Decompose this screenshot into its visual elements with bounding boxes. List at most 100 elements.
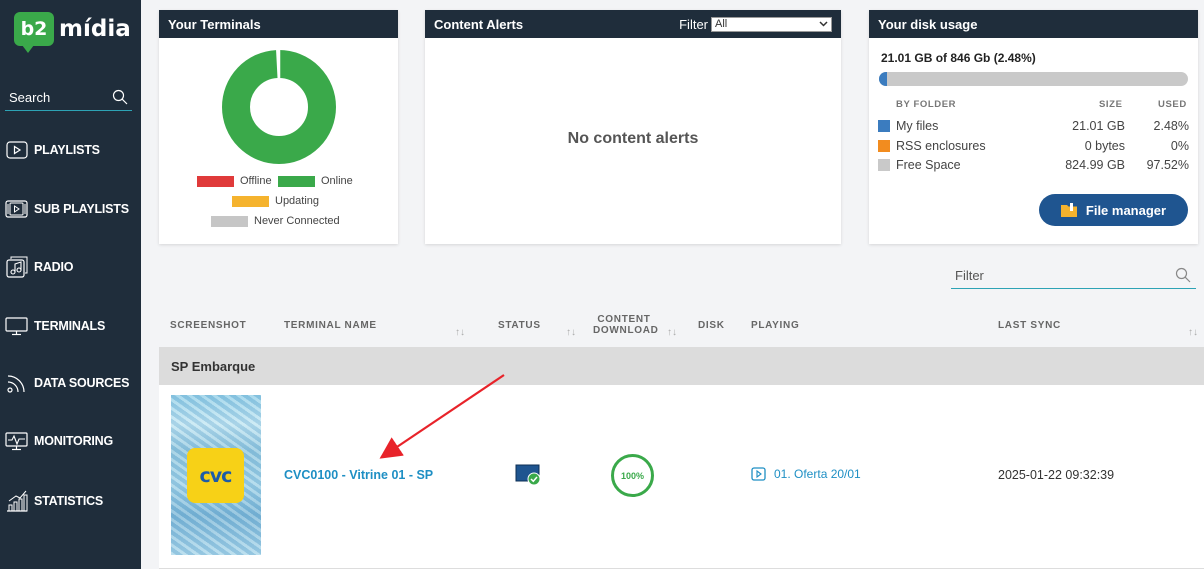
disk-row-name: RSS enclosures xyxy=(896,139,986,153)
legend-label: Never Connected xyxy=(254,215,340,227)
sidebar-item-data-sources[interactable]: DATA SOURCES xyxy=(0,371,141,394)
disk-row-rss: RSS enclosures 0 bytes 0% xyxy=(878,137,1189,155)
sort-last-sync-icon[interactable]: ↑↓ xyxy=(1188,327,1198,338)
music-note-icon xyxy=(5,255,28,278)
stacked-playlist-icon xyxy=(5,197,28,220)
disk-row-size: 21.01 GB xyxy=(1072,119,1125,133)
sidebar-search-input[interactable]: Search xyxy=(5,84,132,111)
file-manager-label: File manager xyxy=(1085,202,1167,218)
logo-mark: b2 xyxy=(14,12,54,53)
legend-label: Updating xyxy=(275,195,320,207)
disk-summary: 21.01 GB of 846 Gb (2.48%) xyxy=(881,51,1036,65)
disk-swatch xyxy=(878,140,890,152)
sidebar-item-label: PLAYLISTS xyxy=(34,142,100,157)
col-content-download-line2: DOWNLOAD xyxy=(593,325,659,336)
card-title: Content Alerts xyxy=(434,16,524,32)
sidebar-item-playlists[interactable]: PLAYLISTS xyxy=(0,138,141,161)
file-manager-button[interactable]: File manager xyxy=(1039,194,1188,226)
disk-usage-bar xyxy=(879,72,1188,86)
legend-label: Offline xyxy=(240,175,272,187)
alerts-filter: Filter All xyxy=(679,16,832,32)
disk-row-used: 97.52% xyxy=(1146,158,1189,172)
sidebar-item-label: TERMINALS xyxy=(34,318,106,333)
col-content-download[interactable]: CONTENT DOWNLOAD xyxy=(593,314,659,336)
card-title: Your disk usage xyxy=(878,16,978,32)
disk-row-free-space: Free Space 824.99 GB 97.52% xyxy=(878,156,1189,174)
alerts-filter-label: Filter xyxy=(679,16,708,32)
legend-label: Online xyxy=(321,175,353,187)
col-playing: PLAYING xyxy=(751,320,800,331)
terminal-list-filter-input[interactable]: Filter xyxy=(951,262,1196,289)
disk-usage-header: Your disk usage xyxy=(869,10,1198,38)
sidebar-item-statistics[interactable]: STATISTICS xyxy=(0,489,141,512)
terminal-screenshot[interactable]: cvc xyxy=(171,395,261,555)
table-row[interactable]: cvc CVC0100 - Vitrine 01 - SP 100% 01. O… xyxy=(159,385,1204,569)
legend-swatch xyxy=(211,215,248,227)
terminal-name-link[interactable]: CVC0100 - Vitrine 01 - SP xyxy=(284,468,433,482)
disk-usage-bar-fill xyxy=(879,72,887,86)
sidebar-item-label: STATISTICS xyxy=(34,493,104,508)
content-download-progress: 100% xyxy=(611,454,654,497)
content-alerts-header: Content Alerts Filter All xyxy=(425,10,841,38)
col-terminal-name[interactable]: TERMINAL NAME xyxy=(284,320,377,331)
sidebar-item-label: SUB PLAYLISTS xyxy=(34,201,129,216)
disk-usage-card: Your disk usage 21.01 GB of 846 Gb (2.48… xyxy=(869,10,1198,244)
col-last-sync[interactable]: LAST SYNC xyxy=(998,320,1061,331)
sort-content-download-icon[interactable]: ↑↓ xyxy=(667,327,677,338)
terminals-card-header: Your Terminals xyxy=(159,10,398,38)
col-disk: DISK xyxy=(698,320,725,331)
card-title: Your Terminals xyxy=(168,16,261,32)
alerts-filter-select[interactable]: All xyxy=(711,16,832,32)
disk-col-used: USED xyxy=(1158,99,1187,110)
rss-icon xyxy=(5,371,28,394)
sort-terminal-name-icon[interactable]: ↑↓ xyxy=(455,327,465,338)
legend-swatch xyxy=(232,195,269,207)
sidebar-item-sub-playlists[interactable]: SUB PLAYLISTS xyxy=(0,197,141,220)
disk-col-size: SIZE xyxy=(1099,99,1123,110)
col-content-download-line1: CONTENT xyxy=(597,314,651,325)
monitor-icon xyxy=(5,314,28,337)
disk-swatch xyxy=(878,159,890,171)
content-alerts-card: Content Alerts Filter All No content ale… xyxy=(425,10,841,244)
col-screenshot: SCREENSHOT xyxy=(170,320,247,331)
sidebar-item-monitoring[interactable]: MONITORING xyxy=(0,429,141,452)
disk-row-size: 0 bytes xyxy=(1084,139,1125,153)
legend-offline: Offline xyxy=(197,175,272,187)
playing-label: 01. Oferta 20/01 xyxy=(774,467,861,481)
play-square-icon xyxy=(751,467,766,481)
no-alerts-message: No content alerts xyxy=(567,130,699,147)
sidebar: b2 mídia Search PLAYLISTS SUB PLAYLISTS … xyxy=(0,0,141,569)
disk-row-used: 2.48% xyxy=(1153,119,1189,133)
group-row[interactable]: SP Embarque xyxy=(159,347,1204,385)
online-status-icon xyxy=(515,464,541,486)
disk-row-size: 824.99 GB xyxy=(1065,158,1125,172)
playing-playlist-link[interactable]: 01. Oferta 20/01 xyxy=(751,467,861,481)
chevron-down-icon xyxy=(819,21,828,27)
folder-icon xyxy=(1060,203,1077,217)
sidebar-item-radio[interactable]: RADIO xyxy=(0,255,141,278)
legend-updating: Updating xyxy=(232,195,319,207)
sort-status-icon[interactable]: ↑↓ xyxy=(566,327,576,338)
terminals-donut-chart[interactable] xyxy=(219,47,339,167)
brand-logo[interactable]: b2 mídia xyxy=(14,12,131,53)
pulse-monitor-icon xyxy=(5,429,28,452)
disk-swatch xyxy=(878,120,890,132)
alerts-filter-value: All xyxy=(715,18,728,30)
logo-text: mídia xyxy=(59,16,131,42)
legend-swatch xyxy=(197,175,234,187)
legend-online: Online xyxy=(278,175,353,187)
bar-chart-icon xyxy=(5,489,28,512)
cvc-logo: cvc xyxy=(187,448,244,503)
play-square-icon xyxy=(5,138,28,161)
disk-row-used: 0% xyxy=(1170,139,1189,153)
disk-row-name: Free Space xyxy=(896,158,961,172)
sidebar-item-label: MONITORING xyxy=(34,433,114,448)
legend-never-connected: Never Connected xyxy=(211,215,340,227)
search-icon[interactable] xyxy=(1175,267,1191,283)
search-icon[interactable] xyxy=(112,89,128,105)
sidebar-item-label: RADIO xyxy=(34,259,74,274)
sidebar-item-terminals[interactable]: TERMINALS xyxy=(0,314,141,337)
col-status[interactable]: STATUS xyxy=(498,320,541,331)
disk-col-folder: BY FOLDER xyxy=(896,99,957,110)
terminals-card: Your Terminals Offline Online Updating N… xyxy=(159,10,398,244)
